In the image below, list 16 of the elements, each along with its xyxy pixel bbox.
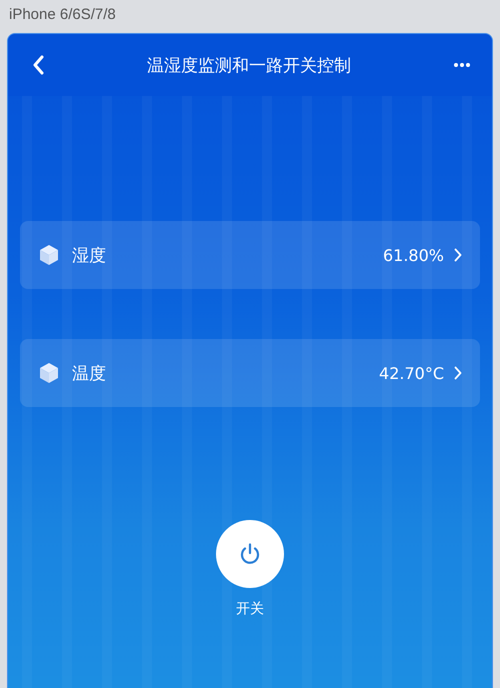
back-icon[interactable] — [32, 55, 44, 75]
screen-title: 温湿度监测和一路开关控制 — [146, 54, 352, 76]
switch-label: 开关 — [236, 600, 264, 618]
chevron-icon — [454, 366, 462, 380]
sensor-name: 湿度 — [72, 244, 107, 266]
device-label: iPhone 6/6S/7/8 — [8, 5, 117, 25]
sensor-value: 61.80% — [382, 246, 444, 264]
sensor-value: 42.70°C — [379, 364, 444, 382]
chevron-icon — [454, 248, 462, 262]
sensor-card[interactable]: 温度 42.70°C — [20, 339, 480, 407]
more-icon[interactable] — [454, 63, 470, 67]
sensor-name: 温度 — [72, 362, 107, 384]
sensor-card[interactable]: 湿度 61.80% — [20, 221, 480, 289]
power-icon — [238, 542, 262, 566]
cube-icon — [38, 244, 60, 266]
cube-icon — [38, 362, 60, 384]
